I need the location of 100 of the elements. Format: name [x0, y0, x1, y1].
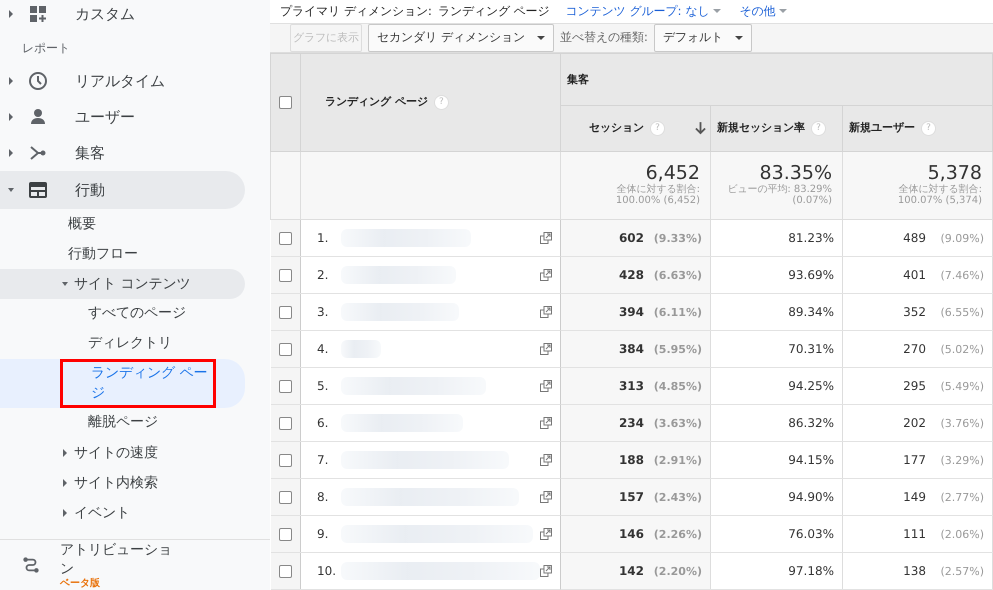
- open-link-icon[interactable]: [540, 380, 552, 392]
- nav-item[interactable]: 集客: [75, 144, 105, 162]
- row-checkbox[interactable]: [278, 269, 292, 282]
- select-all-checkbox[interactable]: [279, 96, 292, 110]
- open-link-icon[interactable]: [540, 416, 552, 428]
- row-checkbox[interactable]: [278, 380, 292, 394]
- table-cell-text: (2.77%): [939, 491, 984, 504]
- total-note: ビューの平均: 83.29%: [726, 184, 832, 195]
- help-icon: ?: [921, 120, 936, 136]
- table-cell: 234: [618, 416, 644, 430]
- total-note: 全体に対する割合:: [898, 184, 982, 195]
- table-cell: 89.34%: [788, 305, 834, 319]
- table-cell-text: (2.57%): [939, 565, 984, 578]
- table-cell: 146: [618, 527, 644, 541]
- table-cell-text: (3.63%): [652, 417, 702, 430]
- open-link-icon[interactable]: [540, 342, 552, 354]
- row-rank: 4.: [317, 342, 330, 356]
- caret-down-icon: [734, 36, 743, 40]
- column-group-header: 集客: [560, 53, 992, 105]
- table-cell: 489: [903, 230, 926, 245]
- column-header[interactable]: ランディング ページ ?: [300, 53, 560, 151]
- table-cell-text: (6.63%): [652, 269, 702, 282]
- table-cell: 142: [618, 564, 644, 578]
- table-cell: 94.90%: [788, 490, 834, 504]
- row-checkbox[interactable]: [278, 232, 292, 245]
- nav-subitem[interactable]: ディレクトリ: [60, 332, 210, 356]
- sort-arrow-icon: [695, 122, 706, 134]
- row-rank: 6.: [317, 416, 330, 430]
- table-cell: 188: [618, 453, 644, 467]
- column-header[interactable]: セッション ?: [560, 105, 710, 151]
- table-cell-text: (6.55%): [939, 306, 984, 319]
- nav-subitem[interactable]: すべてのページ: [60, 302, 210, 326]
- row-checkbox[interactable]: [278, 417, 292, 430]
- open-link-icon[interactable]: [540, 528, 552, 540]
- table-cell-text: (2.06%): [939, 528, 984, 541]
- nav-subitem[interactable]: サイト内検索: [74, 474, 158, 492]
- nav-subitem[interactable]: 行動フロー: [68, 245, 138, 263]
- window-icon: [28, 180, 48, 200]
- total-detail: 100.00% (6,452): [614, 195, 700, 206]
- table-cell-text: (4.85%): [652, 380, 702, 393]
- nav-item[interactable]: リアルタイム: [75, 72, 165, 90]
- table-cell-text: (9.33%): [652, 232, 702, 245]
- nav-subitem[interactable]: サイトの速度: [74, 444, 158, 462]
- sort-label: 並べ替えの種類:: [560, 29, 648, 46]
- row-rank: 2.: [317, 268, 330, 282]
- table-cell: 384: [618, 342, 644, 356]
- table-cell-text: (9.09%): [939, 232, 984, 245]
- caret-down-icon: [779, 9, 788, 14]
- row-checkbox[interactable]: [278, 343, 292, 356]
- open-link-icon[interactable]: [540, 564, 552, 576]
- dimension-link[interactable]: コンテンツ グループ: なし: [566, 2, 722, 20]
- table-cell: 81.23%: [788, 230, 834, 245]
- person-icon: [28, 107, 48, 127]
- secondary-dimension-dropdown[interactable]: セカンダリ ディメンション: [368, 24, 554, 52]
- table-cell-text: (6.11%): [652, 306, 702, 319]
- clock-icon: [28, 71, 48, 91]
- table-cell: 352: [903, 305, 926, 319]
- row-rank: 9.: [317, 526, 330, 540]
- attribution-panel[interactable]: アトリビューション ベータ版: [0, 539, 270, 590]
- nav-subitem[interactable]: 離脱ページ: [60, 411, 210, 435]
- column-header[interactable]: 新規ユーザー ?: [842, 105, 992, 151]
- table-cell: 97.18%: [788, 564, 834, 578]
- table-cell: 86.32%: [788, 416, 834, 430]
- table-cell: 157: [618, 490, 644, 504]
- open-link-icon[interactable]: [540, 268, 552, 280]
- row-rank: 8.: [317, 490, 330, 504]
- row-checkbox[interactable]: [278, 565, 292, 578]
- open-link-icon[interactable]: [540, 232, 552, 244]
- nav-subitem[interactable]: イベント: [74, 504, 130, 522]
- nav-item-highlight[interactable]: サイト コンテンツ: [0, 269, 245, 299]
- table-cell-text: (2.43%): [652, 491, 702, 504]
- nav-item[interactable]: ユーザー: [75, 108, 135, 126]
- column-header[interactable]: 新規セッション率 ?: [710, 105, 842, 151]
- total-detail: (0.07%): [791, 195, 832, 206]
- open-link-icon[interactable]: [540, 454, 552, 466]
- row-checkbox[interactable]: [278, 491, 292, 504]
- dimension-label: プライマリ ディメンション:: [280, 2, 432, 20]
- total-value: 83.35%: [758, 162, 832, 184]
- sort-type-dropdown[interactable]: デフォルト: [654, 24, 752, 52]
- row-checkbox[interactable]: [278, 454, 292, 468]
- nav-item-highlight[interactable]: 行動: [0, 171, 245, 209]
- open-link-icon[interactable]: [540, 306, 552, 318]
- table-cell-text: (3.29%): [939, 454, 984, 467]
- nav-item[interactable]: カスタム: [75, 4, 135, 24]
- attribution-label: アトリビューション: [60, 541, 173, 578]
- table-cell-text: (7.46%): [939, 269, 984, 282]
- total-detail: 100.07% (5,374): [896, 195, 982, 206]
- row-checkbox[interactable]: [278, 528, 292, 542]
- table-cell: 313: [618, 379, 644, 393]
- table-cell-text: (5.95%): [652, 343, 702, 356]
- open-link-icon[interactable]: [540, 490, 552, 502]
- row-rank: 5.: [317, 378, 330, 392]
- dimension-link[interactable]: その他: [739, 2, 788, 20]
- nav-subitem[interactable]: ランディング ページ: [60, 359, 216, 408]
- caret-down-icon: [713, 9, 722, 14]
- nav-subitem[interactable]: 概要: [68, 215, 96, 233]
- table-cell-text: (2.26%): [652, 528, 702, 541]
- table-cell: 94.25%: [788, 379, 834, 393]
- row-checkbox[interactable]: [278, 306, 292, 320]
- table-cell-text: (5.49%): [939, 380, 984, 393]
